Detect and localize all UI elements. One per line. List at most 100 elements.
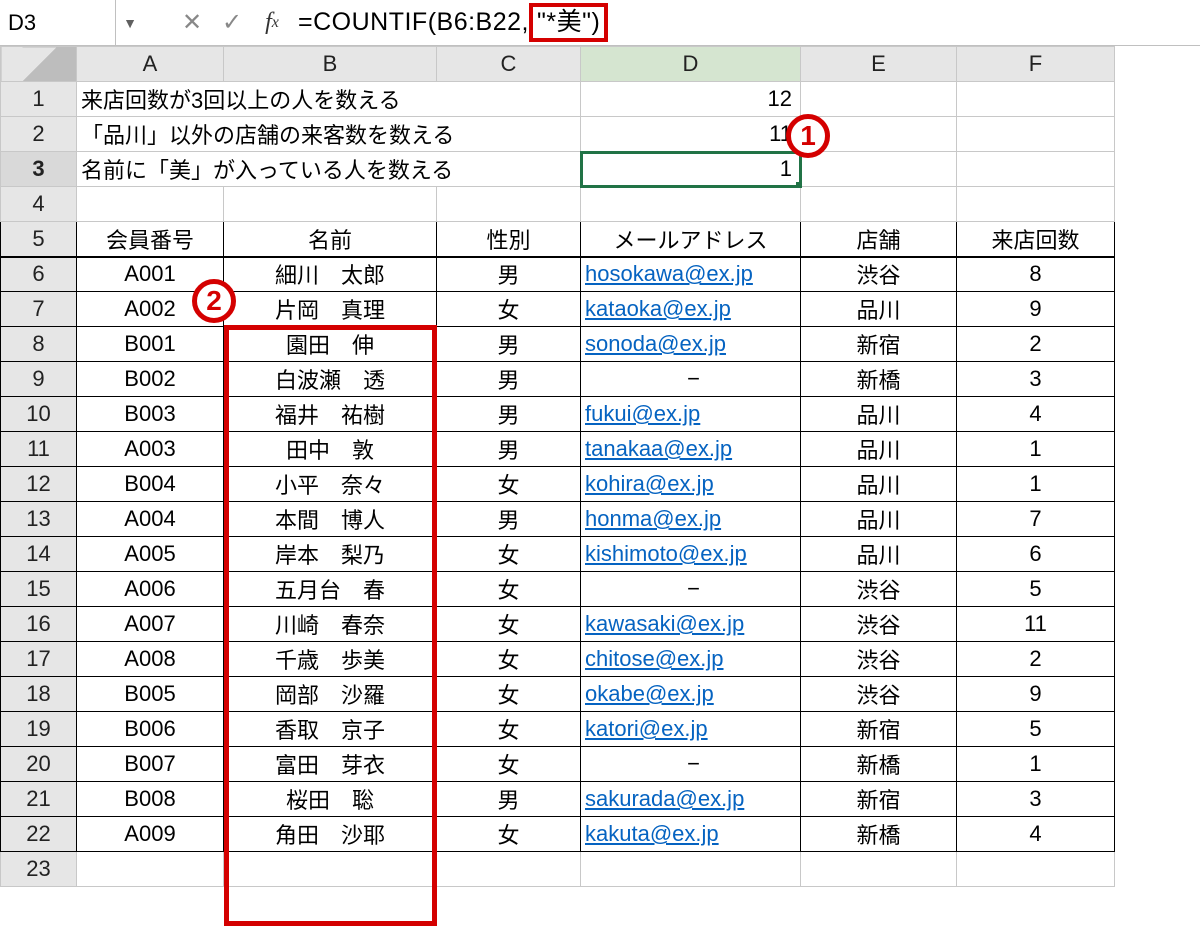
email-link[interactable]: kishimoto@ex.jp [585,541,747,566]
value-cell[interactable]: 1 [581,152,801,187]
cell-email[interactable]: okabe@ex.jp [581,677,801,712]
cell-visits[interactable]: 8 [957,257,1115,292]
cell-visits[interactable]: 4 [957,817,1115,852]
cell-member-id[interactable]: B007 [77,747,224,782]
label-cell[interactable]: 「品川」以外の店舗の来客数を数える [77,117,581,152]
row-header-5[interactable]: 5 [1,222,77,257]
cell-store[interactable]: 渋谷 [801,607,957,642]
email-link[interactable]: kataoka@ex.jp [585,296,731,321]
name-box-dropdown-icon[interactable]: ▼ [116,15,144,31]
row-header-15[interactable]: 15 [1,572,77,607]
header-store[interactable]: 店舗 [801,222,957,257]
cell-member-id[interactable]: B005 [77,677,224,712]
cell-visits[interactable]: 1 [957,747,1115,782]
email-link[interactable]: chitose@ex.jp [585,646,724,671]
cell-name[interactable]: 千歳 歩美 [224,642,437,677]
cell[interactable] [957,82,1115,117]
cell-name[interactable]: 白波瀬 透 [224,362,437,397]
cell-store[interactable]: 渋谷 [801,257,957,292]
cell-visits[interactable]: 4 [957,397,1115,432]
cell[interactable] [957,152,1115,187]
cell-name[interactable]: 桜田 聡 [224,782,437,817]
cell-visits[interactable]: 11 [957,607,1115,642]
cell-member-id[interactable]: A007 [77,607,224,642]
cell-visits[interactable]: 9 [957,292,1115,327]
cancel-formula-icon[interactable]: ✕ [172,0,212,45]
col-header-B[interactable]: B [224,47,437,82]
cell-gender[interactable]: 男 [437,327,581,362]
cell-store[interactable]: 渋谷 [801,642,957,677]
row-header-3[interactable]: 3 [1,152,77,187]
cell-name[interactable]: 片岡 真理 [224,292,437,327]
row-header-17[interactable]: 17 [1,642,77,677]
cell[interactable] [801,187,957,222]
cell-store[interactable]: 渋谷 [801,572,957,607]
cell-name[interactable]: 富田 芽衣 [224,747,437,782]
cell-name[interactable]: 岸本 梨乃 [224,537,437,572]
cell-visits[interactable]: 7 [957,502,1115,537]
cell-name[interactable]: 角田 沙耶 [224,817,437,852]
row-header-13[interactable]: 13 [1,502,77,537]
cell-member-id[interactable]: B002 [77,362,224,397]
cell-gender[interactable]: 女 [437,467,581,502]
cell-member-id[interactable]: A005 [77,537,224,572]
cell-visits[interactable]: 5 [957,712,1115,747]
cell-gender[interactable]: 男 [437,362,581,397]
cell-gender[interactable]: 男 [437,432,581,467]
cell-email[interactable]: katori@ex.jp [581,712,801,747]
cell-email[interactable]: kohira@ex.jp [581,467,801,502]
cell-email[interactable]: − [581,572,801,607]
email-link[interactable]: fukui@ex.jp [585,401,700,426]
email-link[interactable]: kohira@ex.jp [585,471,714,496]
cell-visits[interactable]: 1 [957,467,1115,502]
cell-email[interactable]: kakuta@ex.jp [581,817,801,852]
cell[interactable] [224,852,437,887]
row-header-23[interactable]: 23 [1,852,77,887]
col-header-D[interactable]: D [581,47,801,82]
cell-gender[interactable]: 女 [437,537,581,572]
value-cell[interactable]: 11 [581,117,801,152]
cell[interactable] [581,187,801,222]
cell[interactable] [77,187,224,222]
row-header-22[interactable]: 22 [1,817,77,852]
cell[interactable] [801,82,957,117]
cell-email[interactable]: kataoka@ex.jp [581,292,801,327]
cell-gender[interactable]: 女 [437,817,581,852]
row-header-11[interactable]: 11 [1,432,77,467]
row-header-10[interactable]: 10 [1,397,77,432]
cell-member-id[interactable]: B001 [77,327,224,362]
email-link[interactable]: katori@ex.jp [585,716,708,741]
cell-visits[interactable]: 6 [957,537,1115,572]
cell-member-id[interactable]: A008 [77,642,224,677]
cell-member-id[interactable]: A003 [77,432,224,467]
cell-store[interactable]: 新宿 [801,327,957,362]
col-header-E[interactable]: E [801,47,957,82]
formula-input[interactable]: =COUNTIF(B6:B22, "*美") [292,3,1200,42]
cell[interactable] [957,117,1115,152]
cell-email[interactable]: − [581,747,801,782]
cell-gender[interactable]: 女 [437,642,581,677]
cell-email[interactable]: sonoda@ex.jp [581,327,801,362]
cell-store[interactable]: 新宿 [801,782,957,817]
header-gender[interactable]: 性別 [437,222,581,257]
cell-gender[interactable]: 女 [437,572,581,607]
header-email[interactable]: メールアドレス [581,222,801,257]
row-header-6[interactable]: 6 [1,257,77,292]
email-link[interactable]: honma@ex.jp [585,506,721,531]
cell-visits[interactable]: 2 [957,642,1115,677]
email-link[interactable]: hosokawa@ex.jp [585,261,753,286]
cell-name[interactable]: 岡部 沙羅 [224,677,437,712]
cell[interactable] [957,852,1115,887]
label-cell[interactable]: 来店回数が3回以上の人を数える [77,82,581,117]
header-member-id[interactable]: 会員番号 [77,222,224,257]
cell-name[interactable]: 福井 祐樹 [224,397,437,432]
cell-store[interactable]: 新宿 [801,712,957,747]
name-box[interactable]: D3 [0,0,116,45]
row-header-1[interactable]: 1 [1,82,77,117]
row-header-4[interactable]: 4 [1,187,77,222]
cell-member-id[interactable]: A009 [77,817,224,852]
cell-name[interactable]: 小平 奈々 [224,467,437,502]
cell-name[interactable]: 本間 博人 [224,502,437,537]
cell-gender[interactable]: 女 [437,607,581,642]
cell-member-id[interactable]: B008 [77,782,224,817]
